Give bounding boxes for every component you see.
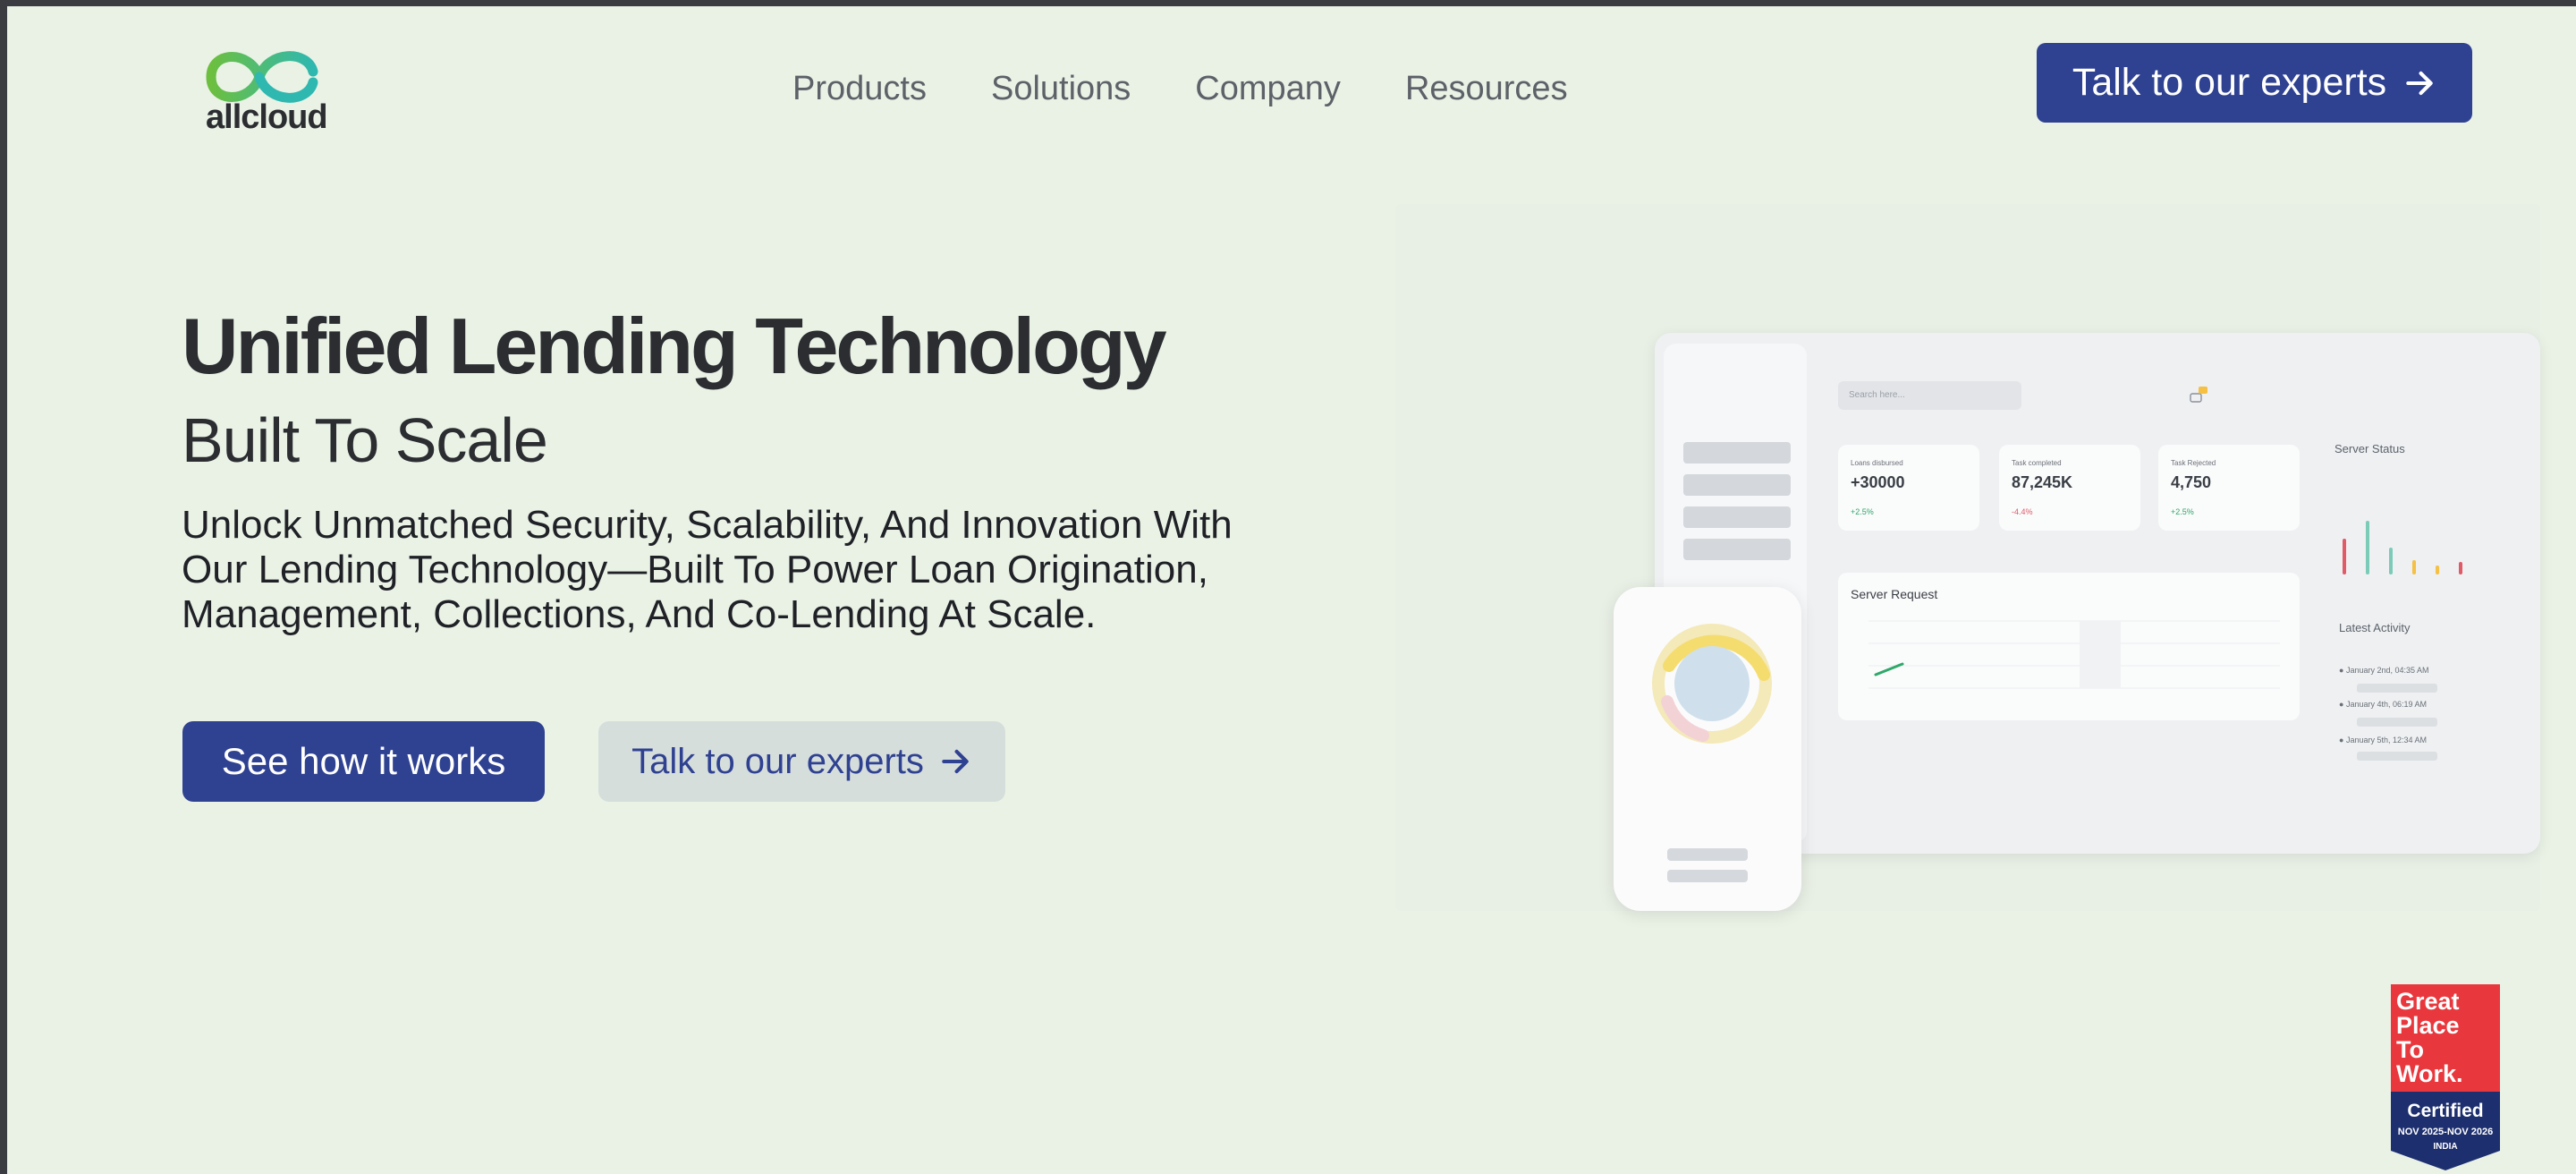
arrow-right-icon: [942, 749, 969, 774]
activity-item: ● January 5th, 12:34 AM: [2339, 736, 2427, 744]
dashboard-search-input: Search here...: [1838, 381, 2021, 410]
phone-placeholder: [1667, 870, 1748, 882]
hero-title: Unified Lending Technology: [182, 302, 1167, 390]
activity-item: ● January 4th, 06:19 AM: [2339, 700, 2427, 709]
phone-mockup: [1614, 587, 1801, 911]
badge-country: INDIA: [2433, 1142, 2457, 1152]
donut-chart-icon: [1652, 624, 1772, 744]
badge-line-1: Great: [2396, 988, 2460, 1015]
talk-to-experts-hero-label: Talk to our experts: [631, 741, 924, 781]
badge-dates: NOV 2025-NOV 2026: [2398, 1127, 2493, 1137]
activity-date: January 2nd, 04:35 AM: [2345, 666, 2429, 675]
phone-placeholder: [1667, 848, 1748, 861]
chat-notification-icon: [2190, 387, 2207, 403]
window-top-border: [0, 0, 2576, 6]
server-request-title: Server Request: [1851, 587, 1938, 601]
talk-to-experts-header-button[interactable]: Talk to our experts: [2037, 43, 2472, 123]
nav-item-company[interactable]: Company: [1195, 70, 1341, 108]
server-status-chart: [2343, 521, 2462, 574]
sidebar-placeholder: [1683, 539, 1791, 560]
stat-change: +2.5%: [1851, 507, 1874, 516]
stat-label: Task completed: [2012, 459, 2062, 467]
stat-label: Task Rejected: [2171, 459, 2216, 467]
badge-line-3: To: [2396, 1036, 2424, 1063]
logo-wordmark[interactable]: allcloud: [206, 98, 328, 137]
activity-date: January 4th, 06:19 AM: [2345, 700, 2427, 709]
server-status-title: Server Status: [2334, 442, 2405, 455]
server-request-card: Server Request: [1838, 573, 2300, 720]
great-place-to-work-badge[interactable]: Great Place To Work. Certified NOV 2025-…: [2391, 984, 2500, 1170]
badge-line-2: Place: [2396, 1012, 2460, 1039]
arrow-right-icon: [2406, 71, 2433, 95]
stat-value: 4,750: [2171, 473, 2212, 491]
hero-subtitle: Built To Scale: [182, 405, 548, 475]
talk-to-experts-header-label: Talk to our experts: [2072, 61, 2387, 104]
sidebar-placeholder: [1683, 506, 1791, 528]
stat-label: Loans disbursed: [1851, 459, 1903, 467]
badge-line-4: Work.: [2396, 1060, 2463, 1087]
latest-activity-title: Latest Activity: [2339, 621, 2411, 634]
hero-description: Unlock Unmatched Security, Scalability, …: [182, 503, 1233, 636]
stat-change: +2.5%: [2171, 507, 2194, 516]
badge-certified: Certified: [2407, 1101, 2483, 1121]
stat-value: 87,245K: [2012, 473, 2073, 491]
stat-card: Loans disbursed +30000 +2.5%: [1838, 445, 1979, 531]
talk-to-experts-hero-button[interactable]: Talk to our experts: [598, 721, 1005, 802]
nav-item-solutions[interactable]: Solutions: [991, 70, 1131, 108]
nav-item-products[interactable]: Products: [792, 70, 927, 108]
activity-placeholder: [2357, 752, 2437, 761]
stat-value: +30000: [1851, 473, 1905, 491]
see-how-it-works-button[interactable]: See how it works: [182, 721, 545, 802]
stat-card: Task Rejected 4,750 +2.5%: [2158, 445, 2300, 531]
activity-placeholder: [2357, 718, 2437, 727]
nav-item-resources[interactable]: Resources: [1405, 70, 1568, 108]
sidebar-placeholder: [1683, 442, 1791, 464]
sidebar-placeholder: [1683, 474, 1791, 496]
main-nav: Products Solutions Company Resources: [792, 70, 1568, 108]
activity-date: January 5th, 12:34 AM: [2345, 736, 2427, 744]
activity-placeholder: [2357, 684, 2437, 693]
stat-card: Task completed 87,245K -4.4%: [1999, 445, 2140, 531]
server-request-chart: [1868, 620, 2280, 689]
activity-item: ● January 2nd, 04:35 AM: [2339, 666, 2429, 675]
stat-change: -4.4%: [2012, 507, 2033, 516]
window-left-border: [0, 0, 7, 1174]
